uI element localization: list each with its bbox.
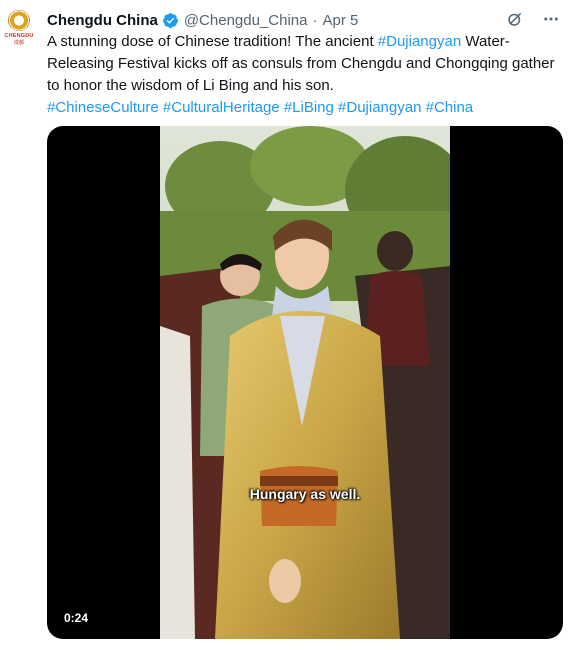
chengdu-logo-icon <box>8 10 30 31</box>
author-handle[interactable]: @Chengdu_China <box>184 12 308 29</box>
hashtag-link[interactable]: #Dujiangyan <box>378 33 461 50</box>
video-duration: 0:24 <box>59 609 94 627</box>
more-options-icon[interactable] <box>540 8 562 30</box>
tweet-card[interactable]: CHENGDU 成都 Chengdu China @Chengdu_China … <box>0 0 576 653</box>
grok-icon[interactable] <box>504 8 526 30</box>
hashtag-link[interactable]: #China <box>426 99 474 116</box>
video-player[interactable]: Hungary as well. 0:24 <box>47 126 563 639</box>
separator-dot: · <box>312 11 318 29</box>
tweet-text: A stunning dose of Chinese tradition! Th… <box>47 31 567 119</box>
tweet-top-actions <box>504 8 562 30</box>
author-name[interactable]: Chengdu China <box>47 12 158 29</box>
avatar[interactable]: CHENGDU 成都 <box>4 10 34 46</box>
verified-badge-icon[interactable] <box>162 12 179 29</box>
hashtag-link[interactable]: #CulturalHeritage <box>163 99 280 116</box>
tweet-date[interactable]: Apr 5 <box>322 12 358 29</box>
hashtag-link[interactable]: #LiBing <box>284 99 334 116</box>
video-caption: Hungary as well. <box>249 486 361 502</box>
tweet-text-part1: A stunning dose of Chinese tradition! Th… <box>47 33 378 50</box>
video-still-image <box>160 126 450 639</box>
tweet-header: Chengdu China @Chengdu_China · Apr 5 <box>47 9 358 31</box>
hashtag-link[interactable]: #Dujiangyan <box>338 99 421 116</box>
video-frame[interactable] <box>160 126 450 639</box>
hashtag-link[interactable]: #ChineseCulture <box>47 99 159 116</box>
avatar-logo-subtext: 成都 <box>13 40 24 46</box>
